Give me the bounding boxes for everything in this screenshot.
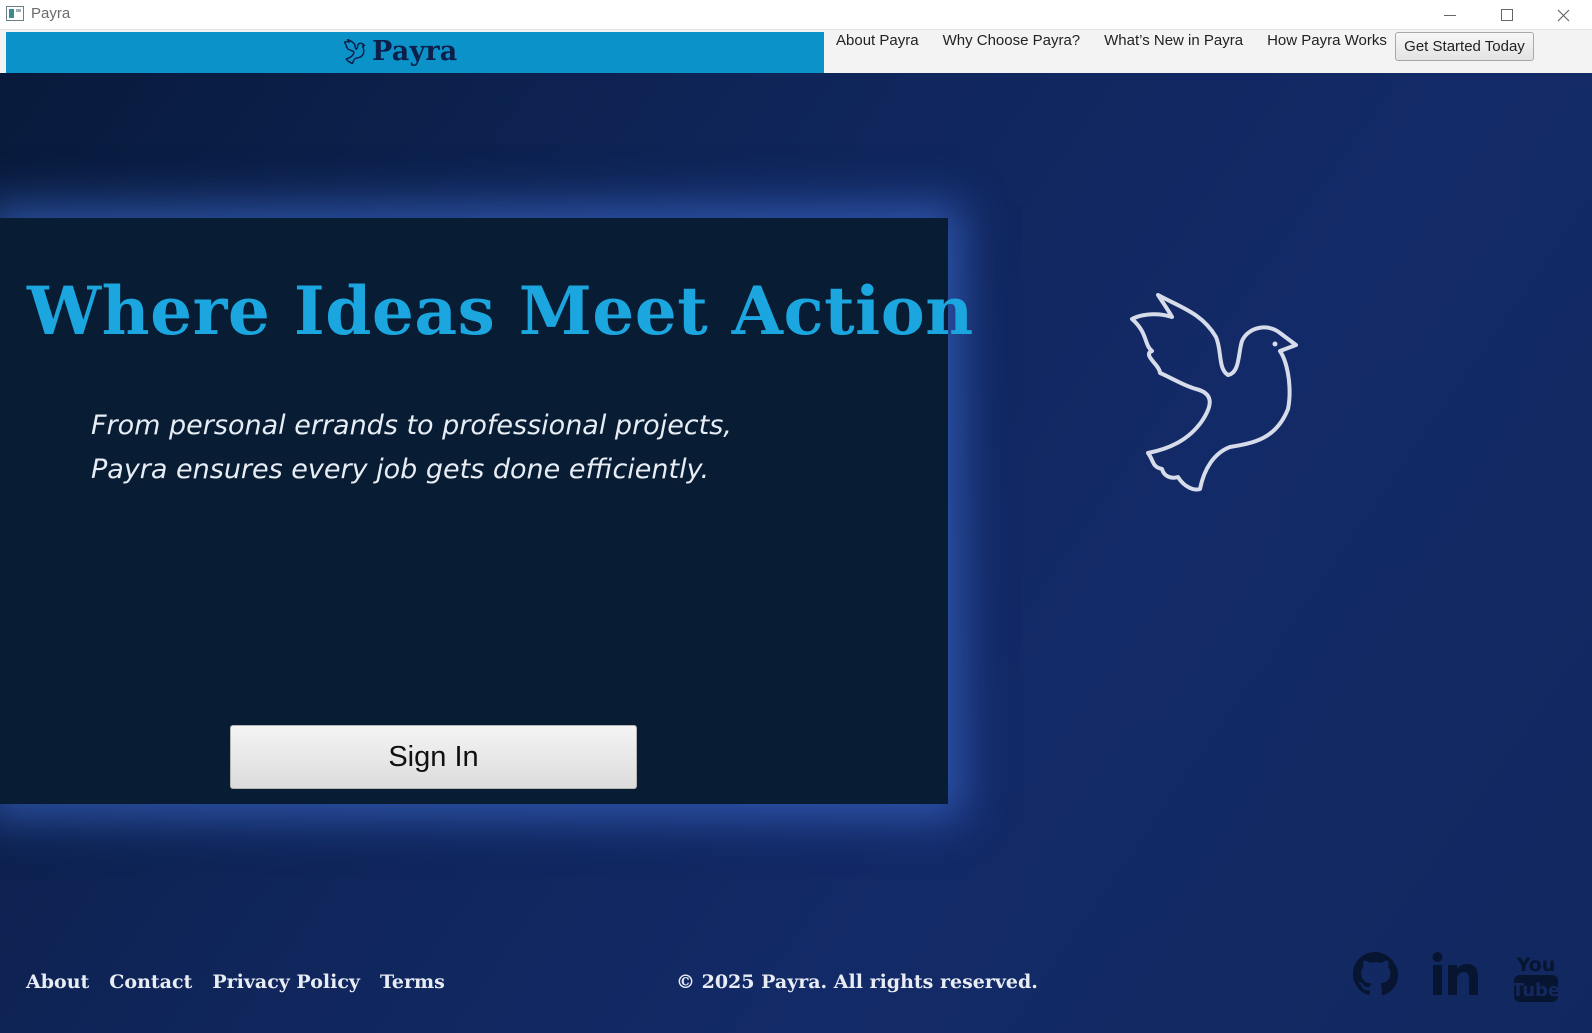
- hero-subtitle: From personal errands to professional pr…: [91, 404, 732, 492]
- top-header: Payra About Payra Why Choose Payra? What…: [0, 30, 1592, 73]
- copyright-text: © 2025 Payra. All rights reserved.: [676, 971, 1038, 993]
- close-button[interactable]: [1540, 0, 1586, 30]
- main-nav: About Payra Why Choose Payra? What’s New…: [836, 30, 1411, 73]
- youtube-icon[interactable]: You Tube: [1513, 951, 1559, 1003]
- hero-subtitle-line-1: From personal errands to professional pr…: [91, 410, 732, 441]
- footer-link-terms[interactable]: Terms: [380, 971, 445, 993]
- dove-logo-icon: [344, 38, 366, 64]
- nav-whats-new[interactable]: What’s New in Payra: [1104, 30, 1243, 49]
- window-title: Payra: [31, 5, 71, 22]
- footer-link-about[interactable]: About: [26, 971, 89, 993]
- get-started-button[interactable]: Get Started Today: [1395, 32, 1534, 61]
- nav-how-payra-works[interactable]: How Payra Works: [1267, 30, 1387, 49]
- youtube-icon-text-you: You: [1516, 954, 1556, 976]
- app-window-icon: [6, 6, 24, 21]
- main-content: Where Ideas Meet Action From personal er…: [0, 73, 1592, 1033]
- youtube-icon-text-tube: Tube: [1513, 980, 1559, 1001]
- hero-subtitle-line-2: Payra ensures every job gets done effici…: [91, 454, 710, 485]
- brand-band: Payra: [6, 32, 824, 73]
- close-icon: [1557, 9, 1569, 21]
- dove-illustration-icon: [1130, 293, 1298, 492]
- window-titlebar: Payra: [0, 0, 1592, 30]
- minimize-icon: [1444, 14, 1456, 16]
- maximize-button[interactable]: [1484, 0, 1530, 30]
- nav-about-payra[interactable]: About Payra: [836, 30, 919, 49]
- github-icon[interactable]: [1352, 951, 1398, 997]
- footer-link-contact[interactable]: Contact: [109, 971, 192, 993]
- linkedin-icon[interactable]: [1431, 951, 1479, 997]
- footer-link-privacy-policy[interactable]: Privacy Policy: [212, 971, 360, 993]
- footer-links: About Contact Privacy Policy Terms: [26, 971, 445, 993]
- nav-why-choose-payra[interactable]: Why Choose Payra?: [943, 30, 1081, 49]
- hero-title: Where Ideas Meet Action: [27, 272, 974, 350]
- brand-name: Payra: [372, 36, 458, 67]
- maximize-icon: [1501, 9, 1513, 21]
- hero-card: Where Ideas Meet Action From personal er…: [0, 218, 973, 804]
- minimize-button[interactable]: [1427, 0, 1473, 30]
- sign-in-button[interactable]: Sign In: [230, 725, 637, 789]
- brand-logo-link[interactable]: Payra: [344, 36, 457, 67]
